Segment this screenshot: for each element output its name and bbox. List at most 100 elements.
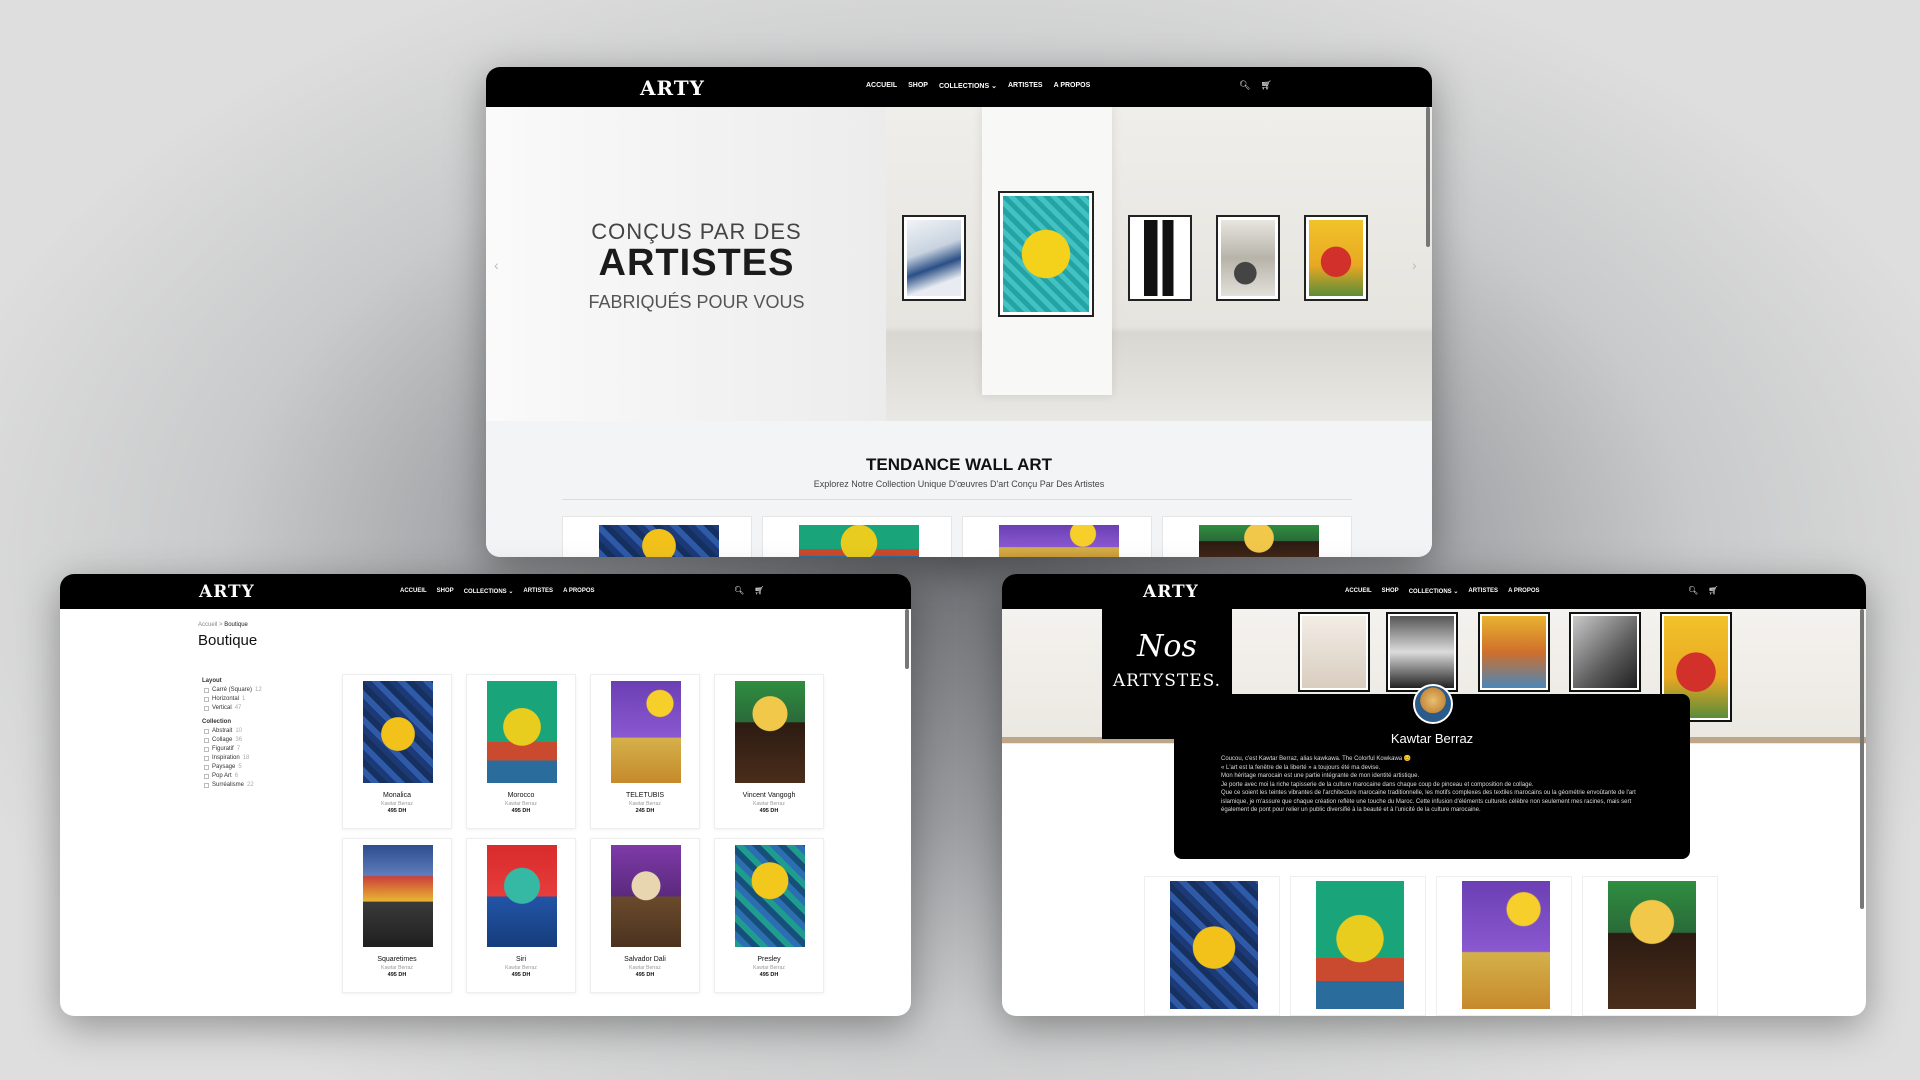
nav-shop[interactable]: SHOP xyxy=(908,82,928,90)
product-card[interactable]: Siri Kawtar Berraz 495 DH xyxy=(466,838,576,993)
scrollbar[interactable] xyxy=(905,609,909,669)
trending-card[interactable] xyxy=(962,516,1152,557)
product-price: 495 DH xyxy=(511,972,531,978)
trending-section: TENDANCE WALL ART Explorez Notre Collect… xyxy=(486,421,1432,557)
product-card[interactable]: Squaretimes Kawtar Berraz 495 DH xyxy=(342,838,452,993)
filter-option[interactable]: Figuratif 7 xyxy=(204,746,262,752)
nav-accueil[interactable]: ACCUEIL xyxy=(1345,588,1372,595)
cart-icon[interactable]: 🛒︎ xyxy=(1260,80,1271,91)
gallery-frame xyxy=(998,191,1094,317)
nav-collections-label: COLLECTIONS xyxy=(1408,589,1452,595)
shop-page-window: ARTY ACCUEIL SHOP COLLECTIONS ⌄ ARTISTES… xyxy=(60,574,911,1016)
nav-collections[interactable]: COLLECTIONS ⌄ xyxy=(939,82,997,90)
filter-option[interactable]: Collage 36 xyxy=(204,737,262,743)
filter-heading: Layout xyxy=(202,678,222,684)
nav-collections-label: COLLECTIONS xyxy=(938,83,990,90)
product-artist: Kawtar Berraz xyxy=(753,801,785,807)
gallery-frame xyxy=(902,215,966,301)
hero-gallery-image: › xyxy=(886,107,1432,421)
nav-accueil[interactable]: ACCUEIL xyxy=(400,588,427,595)
bio-line: « L'art est la fenêtre de la liberté » a… xyxy=(1221,764,1381,771)
filter-option[interactable]: Surréalisme 22 xyxy=(204,782,262,788)
checkbox[interactable] xyxy=(204,705,209,711)
trending-card[interactable] xyxy=(562,516,752,557)
trending-title: TENDANCE WALL ART xyxy=(865,455,1053,474)
product-card[interactable]: TELETUBIS Kawtar Berraz 245 DH xyxy=(590,674,700,829)
divider xyxy=(562,499,1352,500)
gallery-frame xyxy=(1304,215,1368,301)
product-price: 495 DH xyxy=(635,972,655,978)
carousel-next-arrow[interactable]: › xyxy=(1412,257,1417,273)
checkbox[interactable] xyxy=(204,755,209,761)
checkbox[interactable] xyxy=(204,764,209,770)
search-icon[interactable]: 🔍︎ xyxy=(1688,586,1698,595)
nav-artistes[interactable]: ARTISTES xyxy=(1008,82,1043,90)
filter-count: 7 xyxy=(236,746,241,752)
filter-option[interactable]: Horizontal 1 xyxy=(204,696,262,702)
checkbox[interactable] xyxy=(204,782,209,788)
filter-label: Collage xyxy=(212,737,233,743)
filter-option[interactable]: Pop Art 6 xyxy=(204,773,262,779)
artists-title: ARTYSTES. xyxy=(1112,671,1222,691)
cart-icon[interactable]: 🛒︎ xyxy=(754,586,764,595)
nav-artistes[interactable]: ARTISTES xyxy=(523,588,553,595)
artwork-card[interactable] xyxy=(1290,876,1426,1016)
filter-count: 5 xyxy=(238,764,242,770)
cart-icon[interactable]: 🛒︎ xyxy=(1708,586,1718,595)
product-price: 245 DH xyxy=(635,808,655,814)
nav-accueil[interactable]: ACCUEIL xyxy=(866,82,897,90)
top-navbar: ARTY ACCUEIL SHOP COLLECTIONS ⌄ ARTISTES… xyxy=(60,574,911,609)
nav-apropos[interactable]: A PROPOS xyxy=(563,588,594,595)
trending-card[interactable] xyxy=(762,516,952,557)
search-icon[interactable]: 🔍︎ xyxy=(734,586,744,595)
product-artist: Kawtar Berraz xyxy=(629,965,661,971)
filter-option[interactable]: Abstrait 10 xyxy=(204,728,262,734)
filter-option[interactable]: Paysage 5 xyxy=(204,764,262,770)
artwork-card[interactable] xyxy=(1436,876,1572,1016)
nav-apropos[interactable]: A PROPOS xyxy=(1508,588,1539,595)
nav-shop[interactable]: SHOP xyxy=(1382,588,1399,595)
avatar[interactable] xyxy=(1413,684,1453,724)
artwork-card[interactable] xyxy=(1582,876,1718,1016)
filter-option[interactable]: Carré (Square) 12 xyxy=(204,687,262,693)
trending-card[interactable] xyxy=(1162,516,1352,557)
nav-shop[interactable]: SHOP xyxy=(437,588,454,595)
page-title: Boutique xyxy=(198,632,258,649)
checkbox[interactable] xyxy=(204,746,209,752)
breadcrumb-current: Boutique xyxy=(224,622,248,628)
product-card[interactable]: Vincent Vangogh Kawtar Berraz 495 DH xyxy=(714,674,824,829)
search-icon[interactable]: 🔍︎ xyxy=(1239,80,1250,91)
checkbox[interactable] xyxy=(204,696,209,702)
filter-count: 22 xyxy=(247,782,254,788)
gallery-frame xyxy=(1128,215,1192,301)
product-price: 495 DH xyxy=(759,972,779,978)
logo[interactable]: ARTY xyxy=(1143,582,1199,602)
filter-label: Inspiration xyxy=(212,755,240,761)
artist-bio-card: Kawtar Berraz Coucou, c'est Kawtar Berra… xyxy=(1174,684,1690,859)
logo[interactable]: ARTY xyxy=(199,582,255,602)
product-card[interactable]: Presley Kawtar Berraz 495 DH xyxy=(714,838,824,993)
scrollbar[interactable] xyxy=(1860,609,1864,909)
product-card[interactable]: Salvador Dali Kawtar Berraz 495 DH xyxy=(590,838,700,993)
breadcrumb-home[interactable]: Accueil xyxy=(198,622,217,628)
checkbox[interactable] xyxy=(204,773,209,779)
scrollbar[interactable] xyxy=(1426,107,1430,247)
checkbox[interactable] xyxy=(204,737,209,743)
checkbox[interactable] xyxy=(204,687,209,693)
artist-name: Kawtar Berraz xyxy=(1390,731,1474,746)
nav-artistes[interactable]: ARTISTES xyxy=(1468,588,1498,595)
carousel-prev-arrow[interactable]: ‹ xyxy=(494,257,499,273)
logo[interactable]: ARTY xyxy=(640,76,705,100)
hero-line-3: FABRIQUÉS POUR VOUS xyxy=(588,292,805,312)
nav-menu: ACCUEIL SHOP COLLECTIONS ⌄ ARTISTES A PR… xyxy=(866,82,1090,90)
product-card[interactable]: Monalica Kawtar Berraz 495 DH xyxy=(342,674,452,829)
checkbox[interactable] xyxy=(204,728,209,734)
artwork-card[interactable] xyxy=(1144,876,1280,1016)
product-card[interactable]: Morocco Kawtar Berraz 495 DH xyxy=(466,674,576,829)
nav-apropos[interactable]: A PROPOS xyxy=(1054,82,1091,90)
nav-collections[interactable]: COLLECTIONS ⌄ xyxy=(1409,588,1459,595)
nav-collections[interactable]: COLLECTIONS ⌄ xyxy=(464,588,514,595)
filter-option[interactable]: Inspiration 18 xyxy=(204,755,262,761)
filter-heading: Collection xyxy=(202,719,232,725)
filter-option[interactable]: Vertical 47 xyxy=(204,705,262,711)
